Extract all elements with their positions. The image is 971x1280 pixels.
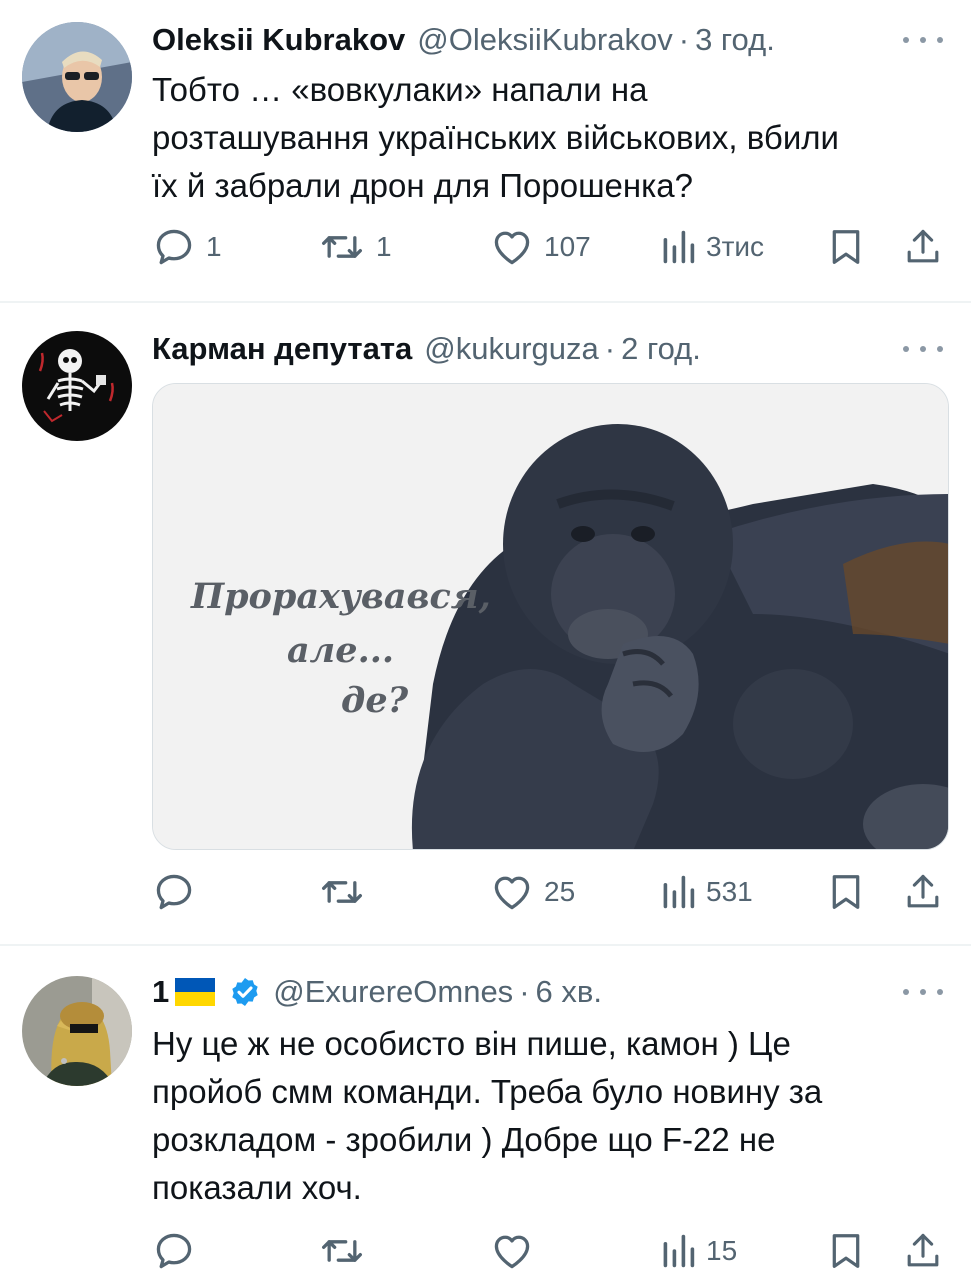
view-count: 531: [706, 876, 753, 907]
timestamp[interactable]: 3 год.: [695, 22, 775, 58]
like-count: 25: [544, 876, 576, 907]
tweet-header: Oleksii Kubrakov @OleksiiKubrakov · 3 го…: [152, 20, 775, 60]
tweet-text: Ну це ж не особисто він пише, камон ) Це…: [152, 1020, 952, 1212]
action-bar: 15: [152, 1226, 952, 1276]
bonobo-meme-image: [153, 384, 948, 849]
view-count: 15: [706, 1235, 738, 1266]
author-name[interactable]: 1: [152, 974, 169, 1010]
repost-button[interactable]: [318, 1226, 376, 1276]
avatar[interactable]: [22, 331, 132, 441]
tweet-2[interactable]: Карман депутата @kukurguza · 2 год. Прор…: [0, 303, 971, 943]
author-handle[interactable]: @kukurguza: [424, 331, 599, 367]
avatar[interactable]: [22, 976, 132, 1086]
timestamp[interactable]: 2 год.: [621, 331, 701, 367]
views-icon: [663, 875, 695, 909]
repost-icon: [322, 236, 362, 258]
avatar[interactable]: [22, 22, 132, 132]
share-icon: [907, 874, 939, 908]
heart-icon: [494, 876, 530, 910]
action-bar: 25 531: [152, 867, 952, 917]
bookmark-button[interactable]: [828, 222, 864, 272]
tweet-text-line: пройоб смм команди. Треба було новину за: [152, 1073, 823, 1110]
like-count: 107: [544, 231, 591, 262]
bookmark-button[interactable]: [828, 1226, 864, 1276]
like-button[interactable]: 107: [490, 222, 591, 272]
share-button[interactable]: [904, 222, 942, 272]
tweet-text-line: розташування українських військових, вби…: [152, 119, 839, 156]
reply-button[interactable]: 1: [152, 222, 222, 272]
reply-icon: [156, 1233, 192, 1269]
tweet-1[interactable]: Oleksii Kubrakov @OleksiiKubrakov · 3 го…: [0, 0, 971, 300]
bookmark-button[interactable]: [828, 867, 864, 917]
meme-caption-line: де?: [341, 680, 409, 721]
share-icon: [907, 229, 939, 263]
tweet-text-line: їх й забрали дрон для Порошенка?: [152, 167, 693, 204]
like-button[interactable]: [490, 1226, 544, 1276]
reply-count: 1: [206, 231, 222, 262]
reply-icon: [156, 229, 192, 265]
tweet-text-line: Ну це ж не особисто він пише, камон ) Це: [152, 1025, 791, 1062]
tweet-text: Тобто … «вовкулаки» напали на розташуван…: [152, 66, 952, 210]
author-handle[interactable]: @ExurereOmnes: [273, 974, 513, 1010]
repost-button[interactable]: 1: [318, 222, 392, 272]
action-bar: 1 1 107 3тис: [152, 222, 952, 272]
author-handle[interactable]: @OleksiiKubrakov: [417, 22, 672, 58]
separator-dot: ·: [604, 331, 616, 366]
separator-dot: ·: [678, 22, 690, 57]
views-icon: [663, 230, 695, 264]
meme-caption-line: Прорахувався,: [191, 576, 491, 617]
author-name[interactable]: Oleksii Kubrakov: [152, 22, 405, 58]
reply-icon: [156, 874, 192, 910]
tweet-media[interactable]: Прорахувався, але... де?: [152, 383, 949, 850]
more-options-icon[interactable]: [903, 980, 943, 1004]
author-name[interactable]: Карман депутата: [152, 331, 412, 367]
avatar-photo: [22, 22, 132, 132]
like-button[interactable]: 25: [490, 867, 575, 917]
tweet-3[interactable]: 1 @ExurereOmnes · 6 хв. Ну це ж не особи…: [0, 946, 971, 1280]
bookmark-icon: [832, 230, 860, 264]
share-icon: [907, 1233, 939, 1267]
skeleton-avatar: [22, 331, 132, 441]
repost-icon: [322, 1240, 362, 1262]
repost-count: 1: [376, 231, 392, 262]
views-icon: [663, 1234, 695, 1268]
timestamp[interactable]: 6 хв.: [536, 974, 602, 1010]
share-button[interactable]: [904, 1226, 942, 1276]
meme-caption-line: але...: [287, 630, 395, 671]
verified-badge-icon[interactable]: [229, 976, 261, 1008]
tweet-header: 1 @ExurereOmnes · 6 хв.: [152, 972, 602, 1012]
bookmark-icon: [832, 1234, 860, 1268]
reply-button[interactable]: [152, 1226, 206, 1276]
tweet-text-line: Тобто … «вовкулаки» напали на: [152, 71, 648, 108]
more-options-icon[interactable]: [903, 28, 943, 52]
share-button[interactable]: [904, 867, 942, 917]
views-button[interactable]: 3тис: [660, 222, 764, 272]
bookmark-icon: [832, 875, 860, 909]
tweet-text-line: розкладом - зробили ) Добре що F-22 не: [152, 1121, 776, 1158]
views-button[interactable]: 531: [660, 867, 753, 917]
repost-icon: [322, 881, 362, 903]
heart-icon: [494, 1235, 530, 1269]
views-button[interactable]: 15: [660, 1226, 737, 1276]
more-options-icon[interactable]: [903, 337, 943, 361]
view-count: 3тис: [706, 231, 765, 262]
separator-dot: ·: [519, 974, 530, 1009]
tweet-header: Карман депутата @kukurguza · 2 год.: [152, 329, 701, 369]
ukraine-flag-icon: [175, 978, 216, 1006]
reply-button[interactable]: [152, 867, 206, 917]
repost-button[interactable]: [318, 867, 376, 917]
heart-icon: [494, 231, 530, 265]
masked-person-avatar: [22, 976, 132, 1086]
tweet-text-line: показали хоч.: [152, 1169, 362, 1206]
